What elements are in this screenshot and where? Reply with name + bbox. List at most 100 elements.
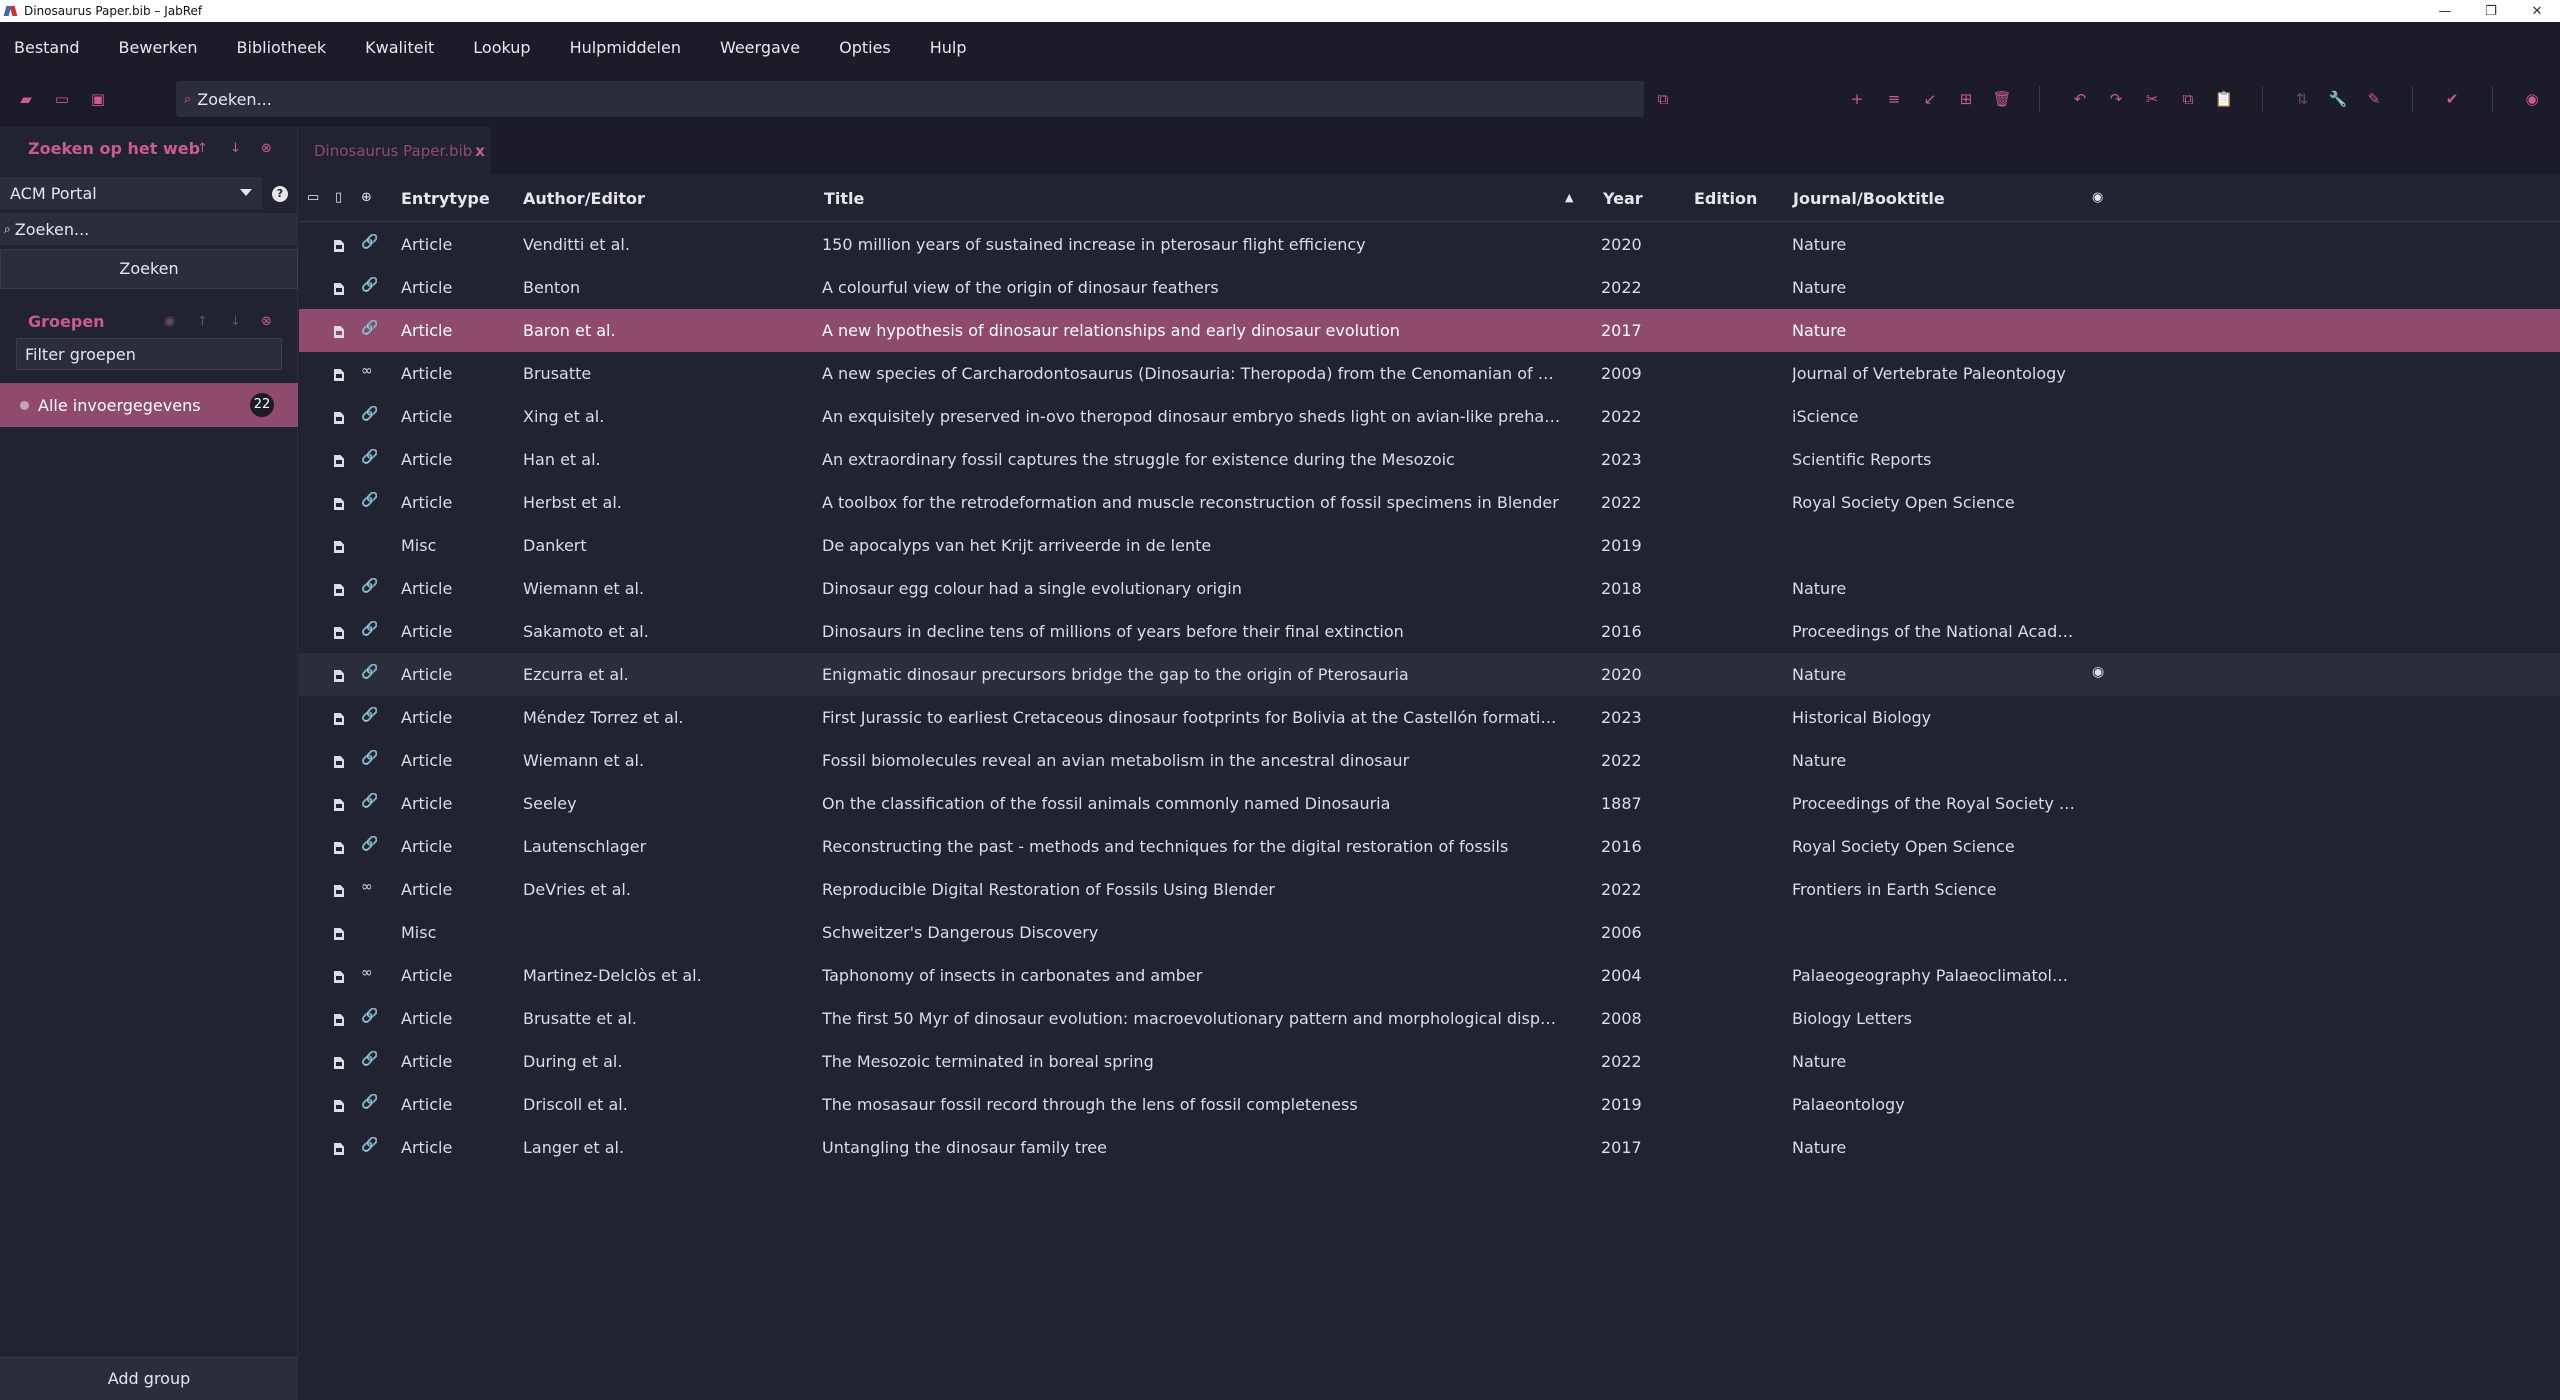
- column-entrytype[interactable]: Entrytype: [401, 189, 490, 208]
- table-row[interactable]: ∞ Article Brusatte A new species of Carchar…: [299, 352, 2560, 395]
- table-row[interactable]: 🔗 Article Sakamoto et al. Dinosaurs in decl…: [299, 610, 2560, 653]
- link-icon[interactable]: 🔗: [361, 320, 377, 336]
- file-icon[interactable]: [334, 409, 348, 428]
- table-row[interactable]: 🔗 Article Brusatte et al. The first 50 Myr …: [299, 997, 2560, 1040]
- menu-lookup[interactable]: Lookup: [473, 34, 530, 61]
- file-icon[interactable]: [334, 968, 348, 987]
- file-icon[interactable]: [334, 624, 348, 643]
- delete-entry-icon[interactable]: 🗑: [1991, 88, 2013, 110]
- table-row[interactable]: 🔗 Article Benton A colourful view of the or…: [299, 266, 2560, 309]
- link-icon[interactable]: 🔗: [361, 1051, 377, 1067]
- table-row[interactable]: 🔗 Article Han et al. An extraordinary fossi…: [299, 438, 2560, 481]
- table-row[interactable]: 🔗 Article Baron et al. A new hypothesis of …: [299, 309, 2560, 352]
- add-entry-icon[interactable]: +: [1846, 88, 1868, 110]
- import-entry-icon[interactable]: ↙: [1919, 88, 1941, 110]
- file-icon[interactable]: [334, 667, 348, 686]
- link-column-icon[interactable]: ⊕: [361, 190, 372, 205]
- menu-weergave[interactable]: Weergave: [720, 34, 800, 61]
- column-year[interactable]: Year: [1603, 189, 1643, 208]
- link-icon[interactable]: 🔗: [361, 234, 377, 250]
- new-library-icon[interactable]: ▰: [15, 88, 37, 110]
- move-up-icon[interactable]: ↑: [197, 314, 208, 329]
- close-pane-icon[interactable]: ⊗: [261, 141, 272, 156]
- link-icon[interactable]: 🔗: [361, 277, 377, 293]
- cut-icon[interactable]: ✂: [2141, 88, 2163, 110]
- table-row[interactable]: ∞ Article DeVries et al. Reproducible Digit…: [299, 868, 2560, 911]
- link-icon[interactable]: 🔗: [361, 836, 377, 852]
- link-icon[interactable]: 🔗: [361, 750, 377, 766]
- menu-kwaliteit[interactable]: Kwaliteit: [365, 34, 434, 61]
- column-visibility-eye-icon[interactable]: ◉: [2092, 190, 2103, 205]
- file-icon[interactable]: [334, 882, 348, 901]
- column-journal[interactable]: Journal/Booktitle: [1793, 189, 1945, 208]
- file-icon[interactable]: [334, 538, 348, 557]
- fetcher-select[interactable]: ACM Portal: [0, 177, 262, 209]
- eye-icon[interactable]: ◉: [164, 314, 175, 329]
- open-library-icon[interactable]: ▭: [51, 88, 73, 110]
- table-row[interactable]: 🔗 Article Venditti et al. 150 million years…: [299, 223, 2560, 266]
- column-author[interactable]: Author/Editor: [523, 189, 645, 208]
- group-all-entries[interactable]: Alle invoergegevens 22: [0, 383, 298, 427]
- file-icon[interactable]: [334, 280, 348, 299]
- table-row[interactable]: 🔗 Article Langer et al. Untangling the dino…: [299, 1126, 2560, 1169]
- copy-icon[interactable]: ⧉: [2177, 88, 2199, 110]
- global-search-input[interactable]: [197, 89, 1598, 109]
- preview-eye-icon[interactable]: ◉: [2092, 664, 2110, 680]
- table-row[interactable]: 🔗 Article During et al. The Mesozoic termin…: [299, 1040, 2560, 1083]
- close-pane-icon[interactable]: ⊗: [261, 314, 272, 329]
- file-icon[interactable]: [334, 710, 348, 729]
- group-filter-input[interactable]: [25, 344, 275, 364]
- file-icon[interactable]: [334, 1097, 348, 1116]
- table-row[interactable]: ∞ Article Martinez-Delclòs et al. Taphonomy…: [299, 954, 2560, 997]
- link-icon[interactable]: 🔗: [361, 1094, 377, 1110]
- close-tab-icon[interactable]: x: [475, 142, 485, 160]
- link-icon[interactable]: 🔗: [361, 492, 377, 508]
- help-icon[interactable]: ?: [272, 186, 288, 202]
- new-entry-icon[interactable]: ⊞: [1955, 88, 1977, 110]
- github-icon[interactable]: ◉: [2521, 88, 2543, 110]
- menu-bewerken[interactable]: Bewerken: [119, 34, 198, 61]
- web-search-button[interactable]: Zoeken: [0, 249, 298, 289]
- minimize-button[interactable]: —: [2422, 4, 2468, 19]
- select-all-icon[interactable]: ▭: [307, 190, 319, 205]
- link-icon[interactable]: ∞: [361, 363, 377, 379]
- menu-opties[interactable]: Opties: [839, 34, 891, 61]
- file-icon[interactable]: [334, 366, 348, 385]
- table-row[interactable]: 🔗 Article Driscoll et al. The mosasaur foss…: [299, 1083, 2560, 1126]
- menu-bibliotheek[interactable]: Bibliotheek: [237, 34, 327, 61]
- link-icon[interactable]: 🔗: [361, 621, 377, 637]
- file-icon[interactable]: [334, 1011, 348, 1030]
- tab-dinosaurus-paper[interactable]: Dinosaurus Paper.bib x: [299, 127, 491, 174]
- link-icon[interactable]: ∞: [361, 879, 377, 895]
- column-title[interactable]: Title: [824, 189, 864, 208]
- restore-button[interactable]: ❐: [2468, 4, 2514, 19]
- file-icon[interactable]: [334, 796, 348, 815]
- table-row[interactable]: 🔗 Article Herbst et al. A toolbox for the r…: [299, 481, 2560, 524]
- paste-icon[interactable]: 📋: [2213, 88, 2235, 110]
- link-icon[interactable]: 🔗: [361, 449, 377, 465]
- move-down-icon[interactable]: ↓: [230, 141, 241, 156]
- table-row[interactable]: Misc Schweitzer's Dangerous Discovery 2006: [299, 911, 2560, 954]
- file-icon[interactable]: [334, 1140, 348, 1159]
- link-icon[interactable]: 🔗: [361, 1137, 377, 1153]
- table-row[interactable]: 🔗 Article Seeley On the classification of t…: [299, 782, 2560, 825]
- move-up-icon[interactable]: ↑: [197, 141, 208, 156]
- undo-icon[interactable]: ↶: [2069, 88, 2091, 110]
- file-icon[interactable]: [334, 839, 348, 858]
- link-icon[interactable]: 🔗: [361, 707, 377, 723]
- save-library-icon[interactable]: ▣: [87, 88, 109, 110]
- link-icon[interactable]: 🔗: [361, 578, 377, 594]
- open-search-window-icon[interactable]: ⧉: [1652, 88, 1674, 110]
- close-window-button[interactable]: ✕: [2514, 4, 2560, 19]
- menu-hulpmiddelen[interactable]: Hulpmiddelen: [570, 34, 681, 61]
- web-search-input[interactable]: [14, 219, 285, 239]
- file-icon[interactable]: [334, 1054, 348, 1073]
- table-row[interactable]: Misc Dankert De apocalyps van het Krijt ar…: [299, 524, 2560, 567]
- cleanup-entries-icon[interactable]: 🔧: [2327, 88, 2349, 110]
- add-entry-from-id-icon[interactable]: ≡: [1883, 88, 1905, 110]
- file-column-icon[interactable]: ▯: [335, 190, 342, 205]
- add-group-button[interactable]: Add group: [0, 1357, 298, 1400]
- link-icon[interactable]: ∞: [361, 965, 377, 981]
- table-row[interactable]: 🔗 Article Lautenschlager Reconstructing the…: [299, 825, 2560, 868]
- column-edition[interactable]: Edition: [1694, 189, 1757, 208]
